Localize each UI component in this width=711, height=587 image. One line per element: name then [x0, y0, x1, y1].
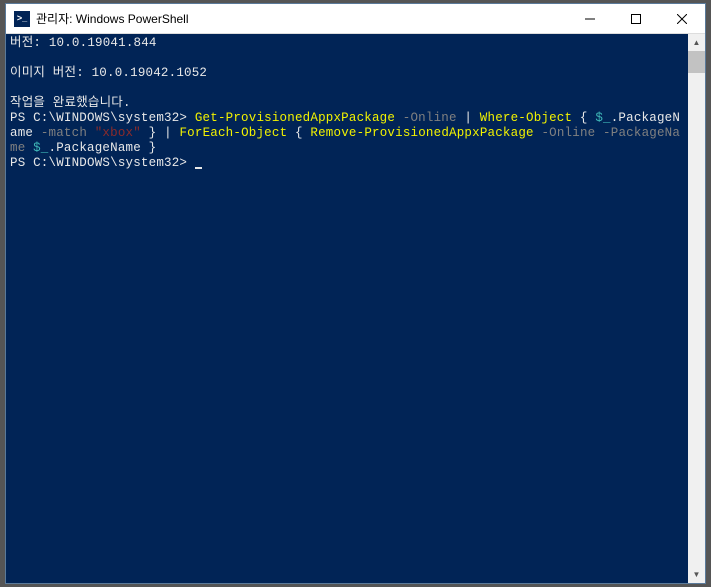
cmd-brace2: }: [141, 126, 164, 140]
maximize-button[interactable]: [613, 4, 659, 33]
cmd-prop2: .PackageName }: [49, 141, 157, 155]
cmd-brace3: {: [287, 126, 310, 140]
cursor: [195, 167, 202, 169]
scroll-thumb[interactable]: [688, 51, 705, 73]
cmd-remove: Remove-ProvisionedAppxPackage: [310, 126, 533, 140]
scrollbar[interactable]: ▲ ▼: [688, 34, 705, 583]
window-controls: [567, 4, 705, 33]
close-icon: [677, 14, 687, 24]
version-value: 10.0.19041.844: [49, 36, 157, 50]
minimize-button[interactable]: [567, 4, 613, 33]
cmd-flag: -Online: [395, 111, 464, 125]
titlebar[interactable]: 관리자: Windows PowerShell: [6, 4, 705, 34]
prompt-1: PS C:\WINDOWS\system32>: [10, 111, 195, 125]
image-version-label: 이미지 버전:: [10, 66, 92, 80]
prompt-2: PS C:\WINDOWS\system32>: [10, 156, 195, 170]
cmd-get-package: Get-ProvisionedAppxPackage: [195, 111, 395, 125]
scroll-down-button[interactable]: ▼: [688, 566, 705, 583]
cmd-pipe2: |: [164, 126, 179, 140]
powershell-icon: [14, 11, 30, 27]
cmd-where: Where-Object: [480, 111, 572, 125]
cmd-pipe: |: [464, 111, 479, 125]
cmd-var: $_: [595, 111, 610, 125]
maximize-icon: [631, 14, 641, 24]
close-button[interactable]: [659, 4, 705, 33]
cmd-string: "xbox": [87, 126, 141, 140]
version-label: 버전:: [10, 36, 49, 50]
powershell-window: 관리자: Windows PowerShell 버전: 10.0.19041.8…: [5, 3, 706, 584]
cmd-brace: {: [572, 111, 595, 125]
cmd-foreach: ForEach-Object: [179, 126, 287, 140]
terminal-output[interactable]: 버전: 10.0.19041.844 이미지 버전: 10.0.19042.10…: [6, 34, 688, 583]
cmd-var2: $_: [33, 141, 48, 155]
scroll-up-button[interactable]: ▲: [688, 34, 705, 51]
cmd-match: -match: [41, 126, 87, 140]
status-text: 작업을 완료했습니다.: [10, 96, 131, 110]
image-version-value: 10.0.19042.1052: [92, 66, 208, 80]
terminal-area: 버전: 10.0.19041.844 이미지 버전: 10.0.19042.10…: [6, 34, 705, 583]
minimize-icon: [585, 14, 595, 24]
window-title: 관리자: Windows PowerShell: [36, 10, 567, 27]
